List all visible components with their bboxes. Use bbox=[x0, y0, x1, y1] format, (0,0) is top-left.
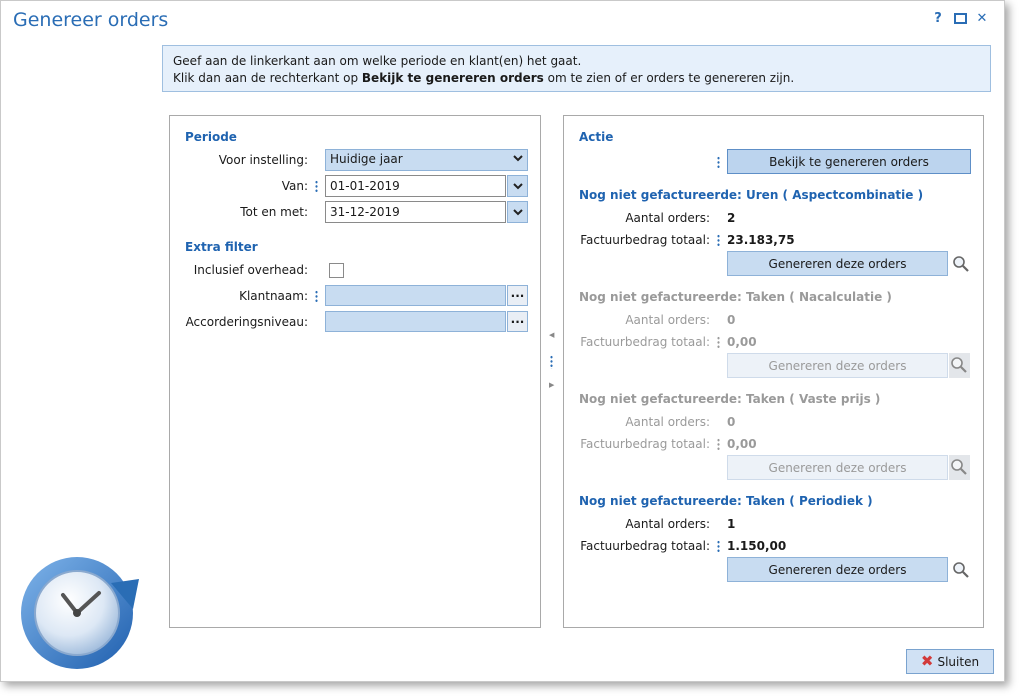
klantnaam-label: Klantnaam: bbox=[239, 289, 308, 303]
voor-instelling-label: Voor instelling: bbox=[218, 153, 308, 167]
klantnaam-lookup-button[interactable]: ··· bbox=[507, 285, 528, 306]
section-nacalculatie-title: Nog niet gefactureerde: Taken ( Nacalcul… bbox=[579, 290, 892, 304]
close-icon: ✖ bbox=[920, 652, 934, 670]
section-nacalculatie-genereren-button[interactable]: Genereren deze orders bbox=[727, 353, 948, 378]
section-nacalculatie-bedrag-value: 0,00 bbox=[727, 335, 757, 349]
inclusief-overhead-label: Inclusief overhead: bbox=[193, 263, 308, 277]
chevron-down-icon bbox=[512, 152, 524, 168]
section-vaste-prijs-bedrag-value: 0,00 bbox=[727, 437, 757, 451]
section-uren-orders-value: 2 bbox=[727, 211, 736, 225]
klantnaam-dots bbox=[315, 290, 318, 303]
tot-date-field[interactable]: 31-12-2019 bbox=[325, 201, 506, 223]
section-periodiek-orders-label: Aantal orders: bbox=[625, 517, 710, 531]
van-dropdown-button[interactable] bbox=[507, 175, 528, 197]
section-vaste-prijs-orders-value: 0 bbox=[727, 415, 736, 429]
info-line-1: Geef aan de linkerkant aan om welke peri… bbox=[173, 54, 582, 68]
left-panel: Periode Voor instelling: Huidige jaar Va… bbox=[169, 115, 541, 628]
chevron-down-icon bbox=[512, 209, 523, 216]
panel-splitter[interactable]: ◀ ▶ bbox=[547, 331, 557, 393]
section-uren-title: Nog niet gefactureerde: Uren ( Aspectcom… bbox=[579, 188, 924, 202]
tot-label: Tot en met: bbox=[240, 205, 308, 219]
section-periodiek-title: Nog niet gefactureerde: Taken ( Periodie… bbox=[579, 494, 873, 508]
bekijk-orders-button[interactable]: Bekijk te genereren orders bbox=[727, 149, 971, 174]
periode-title: Periode bbox=[185, 130, 237, 144]
magnifier-icon[interactable] bbox=[952, 255, 970, 273]
collapse-right-arrow-icon[interactable]: ▶ bbox=[549, 381, 554, 389]
section-vaste-prijs-genereren-button[interactable]: Genereren deze orders bbox=[727, 455, 948, 480]
collapse-left-arrow-icon[interactable]: ◀ bbox=[549, 331, 554, 339]
magnifier-icon[interactable] bbox=[949, 353, 970, 378]
window-title: Genereer orders bbox=[13, 9, 169, 31]
magnifier-icon[interactable] bbox=[949, 455, 970, 480]
section-periodiek-dots bbox=[717, 540, 720, 553]
tot-dropdown-button[interactable] bbox=[507, 201, 528, 223]
voor-instelling-value: Huidige jaar bbox=[330, 152, 403, 166]
section-uren-bedrag-label: Factuurbedrag totaal: bbox=[580, 233, 710, 247]
section-nacalculatie-dots bbox=[717, 336, 720, 349]
section-uren-genereren-button[interactable]: Genereren deze orders bbox=[727, 251, 948, 276]
info-line-2: Klik dan aan de rechterkant op Bekijk te… bbox=[173, 70, 980, 87]
bekijk-dots bbox=[717, 156, 720, 169]
sluiten-label: Sluiten bbox=[937, 654, 980, 669]
section-nacalculatie-bedrag-label: Factuurbedrag totaal: bbox=[580, 335, 710, 349]
section-vaste-prijs-title: Nog niet gefactureerde: Taken ( Vaste pr… bbox=[579, 392, 881, 406]
info-line-2-pre: Klik dan aan de rechterkant op bbox=[173, 71, 362, 85]
extra-filter-title: Extra filter bbox=[185, 240, 258, 254]
inclusief-overhead-checkbox[interactable] bbox=[329, 263, 344, 278]
section-vaste-prijs-dots bbox=[717, 438, 720, 451]
klantnaam-field[interactable] bbox=[325, 285, 506, 306]
section-uren-orders-label: Aantal orders: bbox=[625, 211, 710, 225]
van-label: Van: bbox=[281, 179, 308, 193]
clock-refresh-icon bbox=[21, 557, 139, 669]
close-icon[interactable]: ✕ bbox=[974, 10, 990, 26]
accordering-field[interactable] bbox=[325, 311, 506, 332]
section-nacalculatie-orders-label: Aantal orders: bbox=[625, 313, 710, 327]
accordering-label: Accorderingsniveau: bbox=[185, 315, 308, 329]
maximize-icon[interactable] bbox=[952, 10, 968, 26]
right-panel: Actie Bekijk te genereren orders Nog nie… bbox=[563, 115, 984, 628]
section-nacalculatie-orders-value: 0 bbox=[727, 313, 736, 327]
accordering-lookup-button[interactable]: ··· bbox=[507, 311, 528, 332]
section-periodiek-bedrag-value: 1.150,00 bbox=[727, 539, 787, 553]
chevron-down-icon bbox=[512, 183, 523, 190]
splitter-grip[interactable] bbox=[550, 355, 553, 369]
magnifier-icon[interactable] bbox=[952, 561, 970, 579]
section-vaste-prijs-orders-label: Aantal orders: bbox=[625, 415, 710, 429]
van-dots bbox=[315, 180, 318, 193]
info-banner: Geef aan de linkerkant aan om welke peri… bbox=[162, 45, 991, 92]
voor-instelling-select[interactable]: Huidige jaar bbox=[325, 149, 528, 171]
van-date-field[interactable]: 01-01-2019 bbox=[325, 175, 506, 197]
section-periodiek-bedrag-label: Factuurbedrag totaal: bbox=[580, 539, 710, 553]
section-periodiek-orders-value: 1 bbox=[727, 517, 736, 531]
actie-title: Actie bbox=[579, 130, 614, 144]
section-vaste-prijs-bedrag-label: Factuurbedrag totaal: bbox=[580, 437, 710, 451]
sluiten-button[interactable]: ✖ Sluiten bbox=[906, 649, 994, 674]
section-uren-bedrag-value: 23.183,75 bbox=[727, 233, 795, 247]
info-line-2-bold: Bekijk te genereren orders bbox=[361, 71, 544, 85]
help-icon[interactable]: ? bbox=[930, 10, 946, 26]
title-controls: ? ✕ bbox=[930, 10, 990, 26]
info-line-2-post: om te zien of er orders te genereren zij… bbox=[543, 71, 795, 85]
dialog-window: Genereer orders ? ✕ Geef aan de linkerka… bbox=[0, 0, 1005, 682]
section-periodiek-genereren-button[interactable]: Genereren deze orders bbox=[727, 557, 948, 582]
section-uren-dots bbox=[717, 234, 720, 247]
